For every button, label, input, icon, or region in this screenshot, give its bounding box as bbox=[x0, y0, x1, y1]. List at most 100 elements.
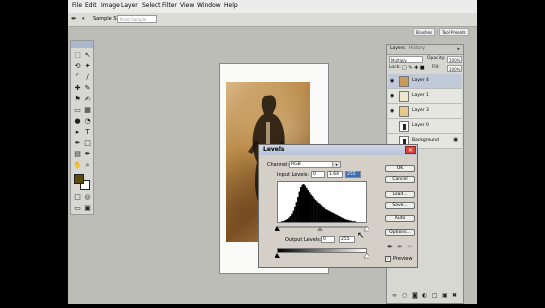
output-black-handle[interactable] bbox=[275, 253, 280, 258]
fill-input[interactable]: 100% bbox=[447, 65, 462, 72]
brush-tool-icon[interactable]: ✎ bbox=[83, 84, 92, 93]
history-brush-tool-icon[interactable]: ✍ bbox=[83, 95, 92, 104]
layer-style-icon[interactable]: ○ bbox=[402, 292, 407, 299]
eye-icon[interactable]: ◉ bbox=[390, 108, 394, 114]
zoom-tool-icon[interactable]: ⌕ bbox=[83, 161, 92, 170]
histogram-bin bbox=[344, 218, 346, 222]
output-white-handle[interactable] bbox=[363, 253, 369, 259]
blend-mode-select[interactable]: Multiply bbox=[389, 56, 423, 63]
layer-row[interactable]: ◉ Layer 3 bbox=[388, 104, 462, 119]
close-icon[interactable]: ✕ bbox=[405, 146, 416, 154]
gradient-tool-icon[interactable]: ▦ bbox=[83, 106, 92, 115]
adjustment-layer-icon[interactable]: ◐ bbox=[422, 292, 427, 299]
histogram-bin bbox=[298, 191, 301, 222]
histogram-bin bbox=[295, 202, 298, 222]
menu-window[interactable]: Window bbox=[197, 2, 221, 9]
histogram-bin bbox=[289, 215, 292, 222]
eye-icon[interactable]: ◉ bbox=[390, 93, 394, 99]
menu-image[interactable]: Image bbox=[101, 2, 120, 9]
menu-select[interactable]: Select bbox=[142, 2, 161, 9]
crop-tool-icon[interactable]: ⌜ bbox=[73, 73, 82, 82]
black-eyedropper-icon[interactable]: ✒ bbox=[386, 243, 394, 251]
tab-history[interactable]: History bbox=[409, 46, 425, 51]
histogram-bin bbox=[311, 196, 314, 222]
layer-thumbnail bbox=[399, 106, 409, 117]
white-point-handle[interactable] bbox=[363, 226, 369, 232]
panel-menu-icon[interactable]: ▸ bbox=[457, 46, 460, 52]
path-selection-tool-icon[interactable]: ▸ bbox=[73, 128, 82, 137]
shape-tool-icon[interactable]: □ bbox=[83, 139, 92, 148]
gray-eyedropper-icon[interactable]: ✒ bbox=[396, 243, 404, 251]
layer-row[interactable]: ◉ Layer 1 bbox=[388, 89, 462, 104]
toolbox-header[interactable] bbox=[71, 41, 93, 48]
ok-button[interactable]: OK bbox=[385, 165, 415, 172]
trash-icon[interactable]: ✖ bbox=[452, 292, 457, 299]
input-white-field[interactable]: 255 bbox=[345, 171, 361, 178]
black-point-handle[interactable] bbox=[275, 226, 280, 231]
chevron-down-icon[interactable]: ▾ bbox=[82, 16, 85, 22]
marquee-tool-icon[interactable]: ⬚ bbox=[73, 51, 82, 60]
white-eyedropper-icon[interactable]: ✒ bbox=[406, 243, 414, 251]
magic-wand-tool-icon[interactable]: ✦ bbox=[83, 62, 92, 71]
foreground-color-swatch[interactable] bbox=[74, 174, 84, 184]
layer-mask-icon[interactable]: ◙ bbox=[412, 292, 418, 299]
menu-view[interactable]: View bbox=[180, 2, 194, 9]
layer-row[interactable]: ◉ Layer 0 bbox=[388, 119, 462, 134]
dialog-title-bar[interactable]: Levels ✕ bbox=[259, 145, 417, 155]
preview-checkbox[interactable]: ✓ bbox=[385, 256, 391, 262]
screen-mode-icon[interactable]: ▭ bbox=[73, 204, 82, 213]
menu-help[interactable]: Help bbox=[224, 2, 238, 9]
menu-file[interactable]: File bbox=[72, 2, 82, 9]
lasso-tool-icon[interactable]: ⟲ bbox=[73, 62, 82, 71]
clone-stamp-tool-icon[interactable]: ⚑ bbox=[73, 95, 82, 104]
slice-tool-icon[interactable]: ∕ bbox=[83, 73, 92, 82]
menu-edit[interactable]: Edit bbox=[85, 2, 97, 9]
input-gamma-field[interactable]: 1.64 bbox=[327, 171, 343, 178]
input-black-field[interactable]: 0 bbox=[311, 171, 325, 178]
options-button[interactable]: Options... bbox=[385, 229, 415, 236]
eraser-tool-icon[interactable]: ▭ bbox=[73, 106, 82, 115]
eyedropper-icon[interactable]: ✒ bbox=[71, 15, 80, 23]
notes-tool-icon[interactable]: ▤ bbox=[73, 150, 82, 159]
eye-icon[interactable]: ◉ bbox=[390, 78, 394, 84]
eyedropper-tool-icon[interactable]: ✒ bbox=[83, 150, 92, 159]
tab-layers[interactable]: Layers bbox=[390, 46, 405, 51]
move-tool-icon[interactable]: ↖ bbox=[83, 51, 92, 60]
blur-tool-icon[interactable]: ● bbox=[73, 117, 82, 126]
menu-filter[interactable]: Filter bbox=[162, 2, 177, 9]
healing-brush-tool-icon[interactable]: ✚ bbox=[73, 84, 82, 93]
quick-mask-off-icon[interactable]: □ bbox=[73, 193, 82, 202]
menu-bar: File Edit Image Layer Select Filter View… bbox=[68, 0, 477, 14]
type-tool-icon[interactable]: T bbox=[83, 128, 92, 137]
new-layer-icon[interactable]: ▣ bbox=[442, 292, 448, 299]
lock-icons[interactable]: □ ✎ ✚ ■ bbox=[402, 64, 425, 72]
output-white-field[interactable]: 255 bbox=[339, 236, 355, 243]
pen-tool-icon[interactable]: ✒ bbox=[73, 139, 82, 148]
sample-size-select[interactable]: Point Sample bbox=[117, 15, 157, 23]
dodge-tool-icon[interactable]: ◔ bbox=[83, 117, 92, 126]
tab-brushes[interactable]: Brushes bbox=[413, 28, 436, 36]
load-button[interactable]: Load... bbox=[385, 191, 415, 198]
output-levels-label: Output Levels: bbox=[285, 237, 322, 243]
jump-to-imageready-icon[interactable]: ▣ bbox=[83, 204, 92, 213]
opacity-input[interactable]: 100% bbox=[447, 56, 462, 63]
auto-button[interactable]: Auto bbox=[385, 215, 415, 222]
histogram-bin bbox=[338, 215, 340, 222]
quick-mask-on-icon[interactable]: ◎ bbox=[83, 193, 92, 202]
layer-row[interactable]: ◉ Layer 4 bbox=[388, 74, 462, 89]
save-button[interactable]: Save... bbox=[385, 202, 415, 209]
eye-icon[interactable]: ◉ bbox=[390, 123, 394, 129]
channel-select[interactable]: RGB ▾ bbox=[289, 161, 341, 168]
link-layers-icon[interactable]: ∞ bbox=[392, 292, 397, 299]
layer-thumbnail bbox=[399, 121, 409, 132]
gamma-handle[interactable] bbox=[317, 226, 323, 231]
histogram-bin bbox=[302, 184, 305, 222]
output-black-field[interactable]: 0 bbox=[321, 236, 335, 243]
hand-tool-icon[interactable]: ✋ bbox=[73, 161, 82, 170]
menu-layer[interactable]: Layer bbox=[121, 2, 138, 9]
tab-tool-presets[interactable]: Tool Presets bbox=[439, 28, 469, 36]
new-group-icon[interactable]: □ bbox=[432, 292, 438, 299]
layer-name: Background bbox=[412, 138, 439, 143]
layer-name: Layer 1 bbox=[412, 93, 429, 98]
cancel-button[interactable]: Cancel bbox=[385, 176, 415, 183]
